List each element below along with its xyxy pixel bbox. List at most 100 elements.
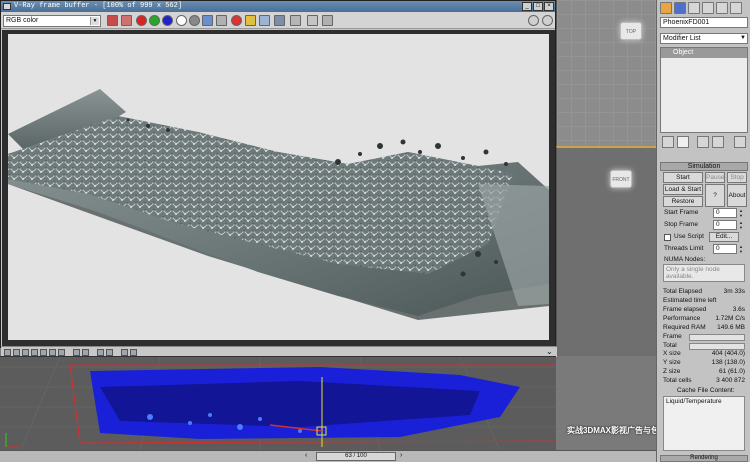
about-button[interactable]: About: [727, 184, 747, 207]
start-frame-input[interactable]: 0: [713, 208, 737, 218]
grid-size-key: X size: [663, 350, 681, 357]
time-slider[interactable]: ‹ 63 / 100 ›: [0, 450, 656, 462]
modifier-stack[interactable]: Object: [660, 47, 748, 133]
cache-item-liquid-temperature[interactable]: Liquid/Temperature: [666, 398, 742, 405]
prev-frame-icon[interactable]: ‹: [305, 452, 307, 459]
lens-effects-icon[interactable]: [13, 349, 20, 356]
cache-content-list[interactable]: Liquid/Temperature: [663, 396, 745, 451]
save-icon[interactable]: [202, 15, 213, 26]
ocio-icon[interactable]: [82, 349, 89, 356]
simulation-rollout-header[interactable]: Simulation: [660, 162, 748, 171]
perspective-viewport[interactable]: [0, 356, 556, 450]
front-viewport[interactable]: FRONT: [556, 146, 656, 356]
help-button[interactable]: ?: [705, 184, 725, 207]
remove-modifier-icon[interactable]: [712, 136, 724, 148]
use-script-label: Use Script: [674, 233, 704, 240]
object-name-field[interactable]: PhoenixFD001: [660, 17, 748, 28]
curve-icon[interactable]: [49, 349, 56, 356]
green-channel-icon[interactable]: [149, 15, 160, 26]
history-icon[interactable]: [4, 349, 11, 356]
lut-icon[interactable]: [58, 349, 65, 356]
threads-spinner-icon[interactable]: ▲ ▼: [738, 244, 744, 254]
top-viewport[interactable]: TOP: [556, 0, 656, 146]
channel-select-value: RGB color: [6, 17, 39, 24]
color-picker-icon[interactable]: [121, 15, 132, 26]
stat-value: 149.6 MB: [717, 324, 745, 331]
use-script-checkbox[interactable]: [664, 234, 671, 241]
stat-key: Estimated time left: [663, 297, 717, 304]
render-image: [8, 34, 549, 340]
exposure-icon[interactable]: [22, 349, 29, 356]
camera-icon[interactable]: [274, 15, 285, 26]
edit-script-button[interactable]: Edit...: [709, 232, 739, 242]
show-end-result-icon[interactable]: [677, 136, 689, 148]
close-button[interactable]: ×: [544, 2, 554, 11]
background-icon[interactable]: [106, 349, 113, 356]
region-render-icon[interactable]: [245, 15, 256, 26]
grid-size-row: X size 404 (404.0): [663, 350, 745, 359]
hierarchy-tab-icon[interactable]: [688, 2, 700, 14]
levels-icon[interactable]: [40, 349, 47, 356]
display-options-icon[interactable]: [542, 15, 553, 26]
pause-button[interactable]: Pause: [705, 172, 725, 183]
stat-key: Total Elapsed: [663, 288, 703, 295]
stop-render-icon[interactable]: [231, 15, 242, 26]
motion-tab-icon[interactable]: [702, 2, 714, 14]
clamp-icon[interactable]: [130, 349, 137, 356]
srgb-icon[interactable]: [73, 349, 80, 356]
make-unique-icon[interactable]: [697, 136, 709, 148]
command-panel-tabs: [657, 0, 750, 15]
display-tab-icon[interactable]: [716, 2, 728, 14]
restore-button[interactable]: Restore: [663, 196, 703, 207]
frame-progress-label: Frame: [663, 333, 682, 340]
compare-ab-icon[interactable]: [290, 15, 301, 26]
total-progress-label: Total: [663, 342, 677, 349]
frame-counter[interactable]: 63 / 100: [316, 452, 396, 461]
red-channel-icon[interactable]: [136, 15, 147, 26]
track-mouse-icon[interactable]: [259, 15, 270, 26]
blue-channel-icon[interactable]: [162, 15, 173, 26]
chevron-down-icon[interactable]: ⌄: [546, 347, 553, 356]
expand-icon[interactable]: [322, 15, 333, 26]
viewcube-icon[interactable]: TOP: [620, 22, 642, 40]
stat-value: 1.72M C/s: [715, 315, 745, 322]
utilities-tab-icon[interactable]: [730, 2, 742, 14]
open-file-icon[interactable]: [216, 15, 227, 26]
alpha-channel-icon[interactable]: [176, 15, 187, 26]
minimize-button[interactable]: _: [522, 2, 532, 11]
stack-item-object[interactable]: Object: [661, 48, 747, 58]
window-title: V-Ray frame buffer - [100% of 999 x 562]: [1, 1, 555, 12]
stack-tools: [660, 136, 748, 150]
stop-frame-input[interactable]: 0: [713, 220, 737, 230]
vray-frame-buffer-window[interactable]: V-Ray frame buffer - [100% of 999 x 562]…: [0, 0, 557, 357]
modify-tab-icon[interactable]: [674, 2, 686, 14]
white-balance-icon[interactable]: [31, 349, 38, 356]
threads-limit-input[interactable]: 0: [713, 244, 737, 254]
create-tab-icon[interactable]: [660, 2, 672, 14]
next-frame-icon[interactable]: ›: [400, 452, 402, 459]
pixel-info-icon[interactable]: [121, 349, 128, 356]
configure-sets-icon[interactable]: [734, 136, 746, 148]
pin-stack-icon[interactable]: [662, 136, 674, 148]
mono-channel-icon[interactable]: [189, 15, 200, 26]
numa-nodes-list[interactable]: Only a single node available.: [663, 264, 745, 282]
save-image-icon[interactable]: [107, 15, 118, 26]
zoom-region-icon[interactable]: [307, 15, 318, 26]
color-correction-icon[interactable]: [528, 15, 539, 26]
start-button[interactable]: Start: [663, 172, 703, 183]
rendering-rollout-header[interactable]: Rendering: [660, 455, 748, 462]
stop-frame-spinner-icon[interactable]: ▲ ▼: [738, 220, 744, 230]
vfb-toolbar: RGB color ▼: [1, 12, 555, 29]
grid-size-row: Z size 61 (61.0): [663, 368, 745, 377]
channel-select[interactable]: RGB color ▼: [3, 15, 101, 27]
stamp-icon[interactable]: [97, 349, 104, 356]
maximize-button[interactable]: □: [533, 2, 543, 11]
modifier-list-dropdown[interactable]: Modifier List ▼: [660, 33, 748, 44]
grid-size-key: Total cells: [663, 377, 692, 384]
stop-button[interactable]: Stop: [727, 172, 747, 183]
cache-content-label: Cache File Content:: [677, 387, 735, 394]
viewcube-icon[interactable]: FRONT: [610, 170, 632, 188]
modifier-list-label: Modifier List: [663, 35, 701, 42]
start-frame-spinner-icon[interactable]: ▲ ▼: [738, 208, 744, 218]
load-start-button[interactable]: Load & Start: [663, 184, 703, 195]
